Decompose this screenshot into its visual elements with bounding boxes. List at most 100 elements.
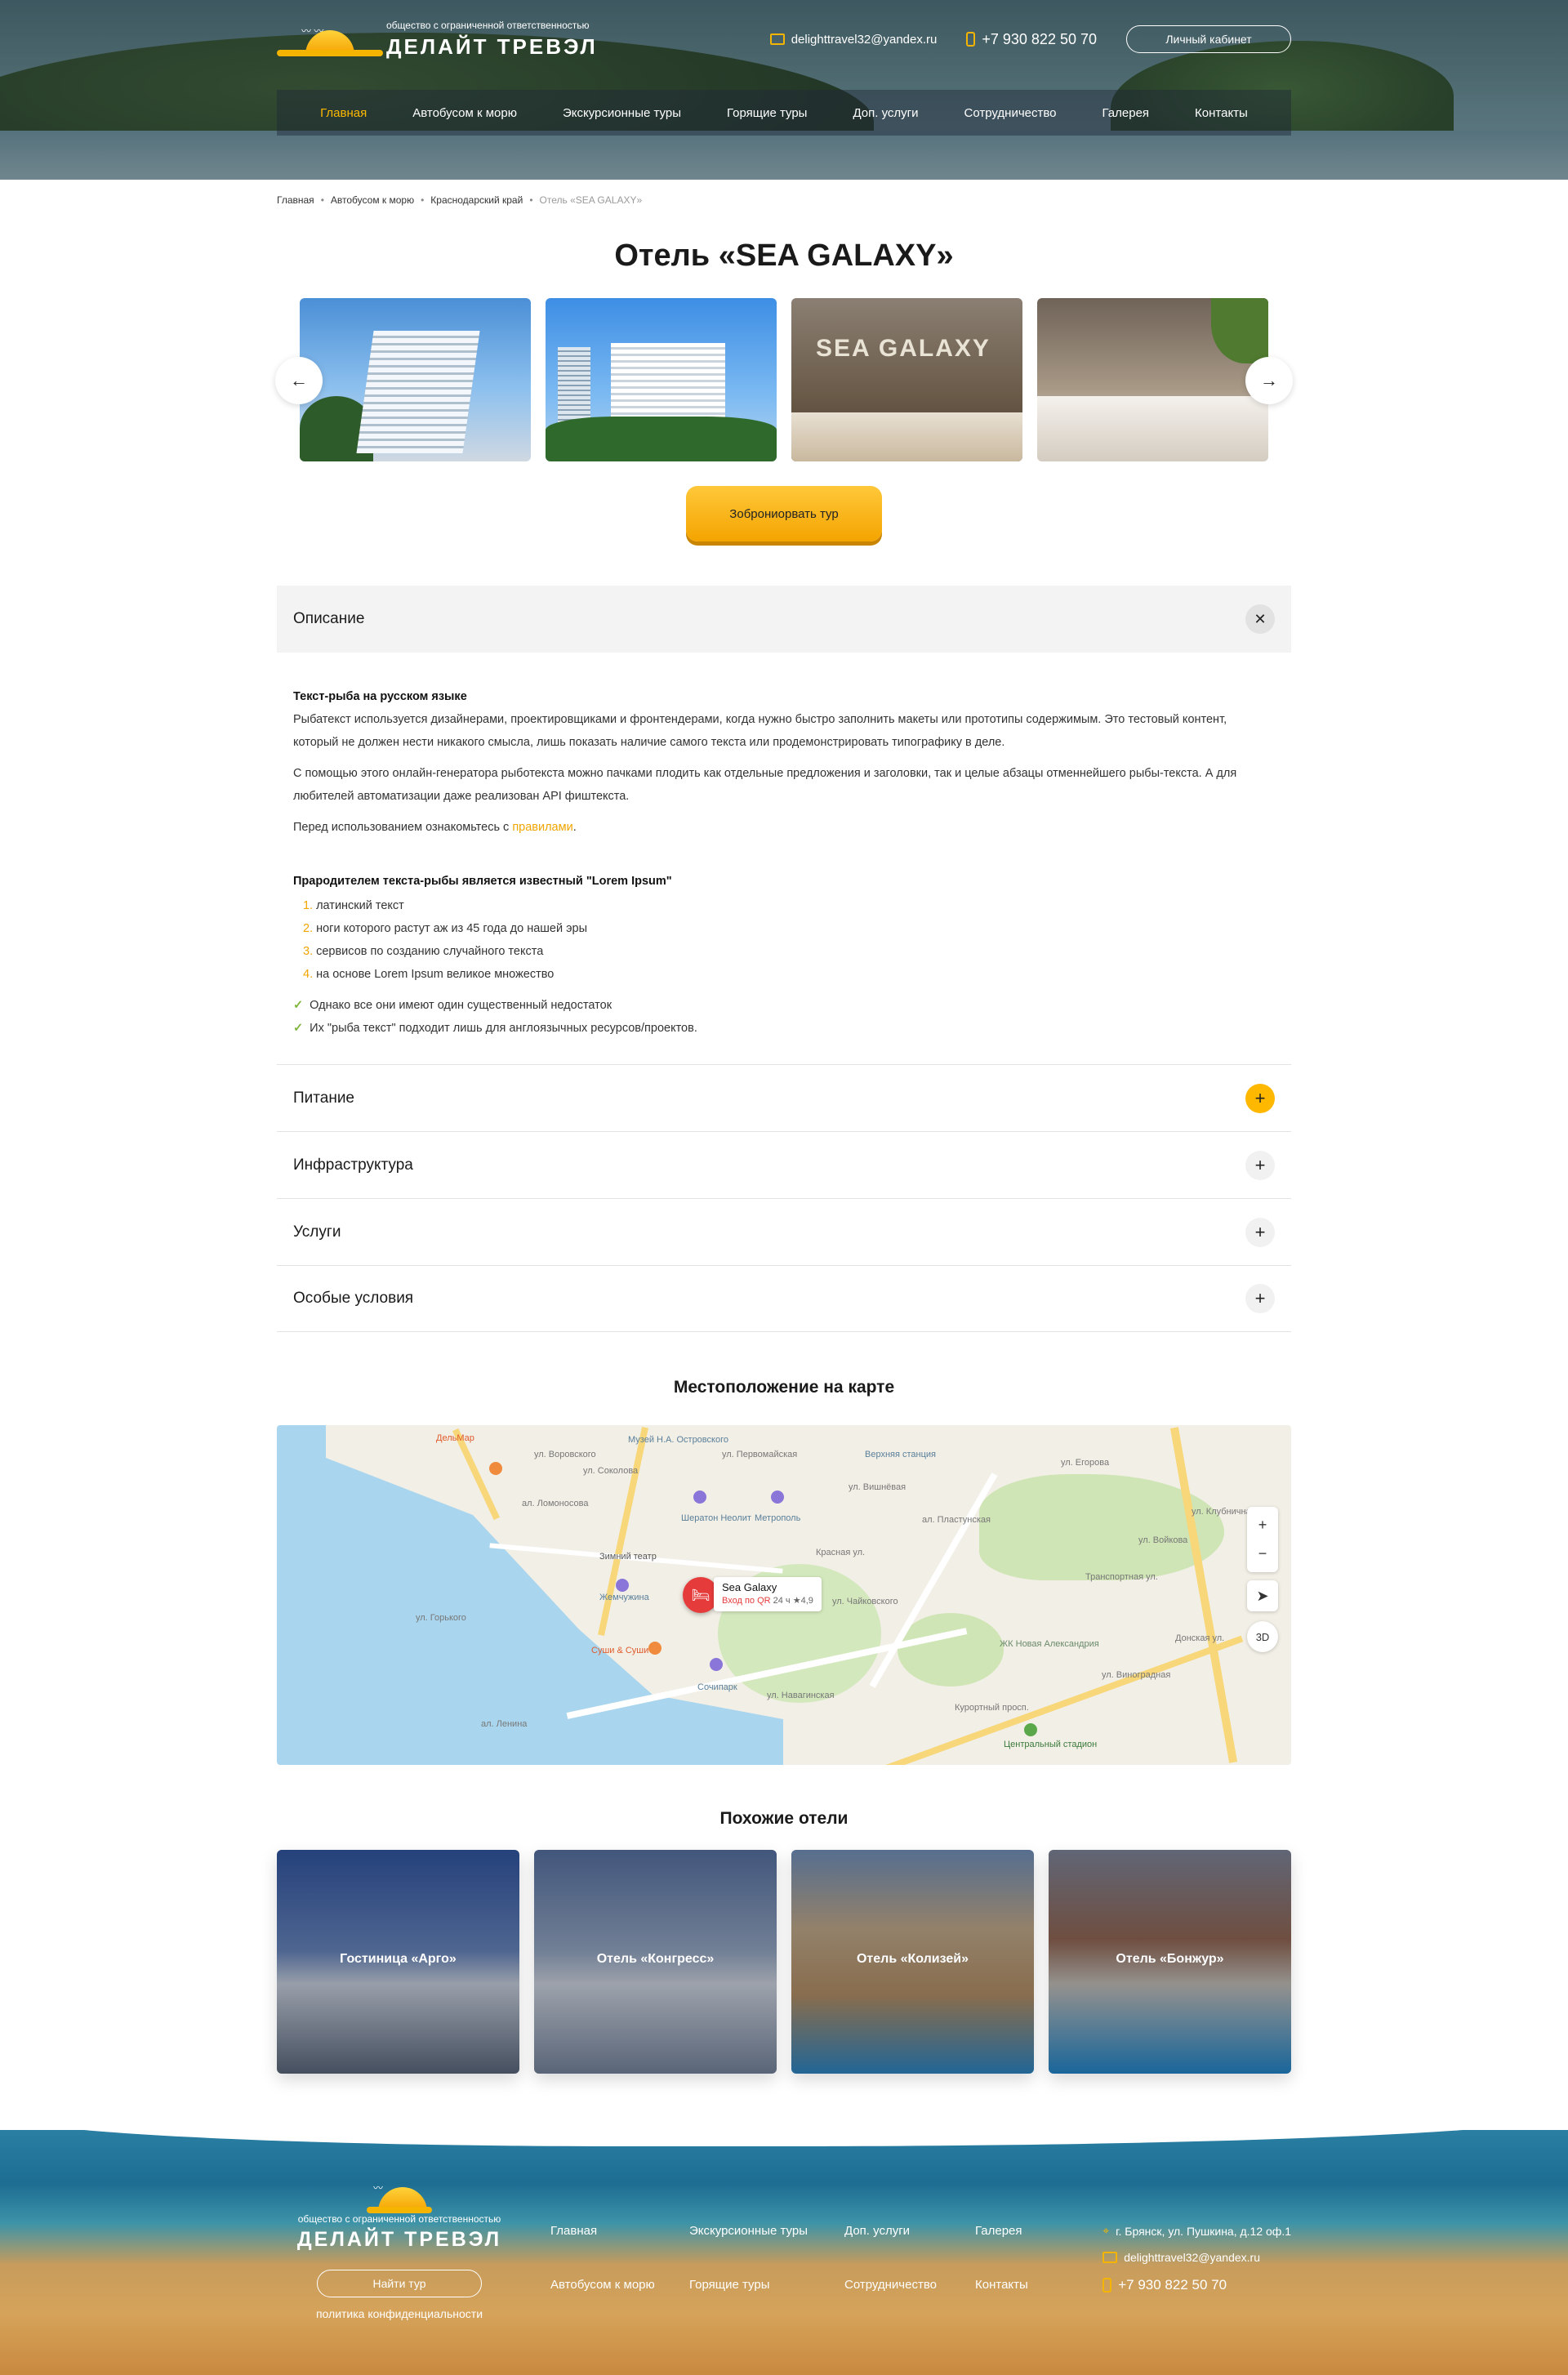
zoom-in-icon[interactable]: + [1258,1517,1267,1534]
description-paragraph-1: Рыбатекст используется дизайнерами, прое… [293,713,1227,749]
map-label: ул. Виноградная [1102,1670,1171,1680]
footer-menu-item[interactable]: Горящие туры [689,2278,844,2320]
plus-icon[interactable]: + [1245,1150,1275,1180]
map-label: Шератон Неолит [681,1513,751,1523]
plus-icon[interactable]: + [1245,1217,1275,1247]
footer-phone[interactable]: +7 930 822 50 70 [1102,2277,1291,2293]
accordion-infra-header[interactable]: Инфраструктура + [277,1131,1291,1198]
plus-icon[interactable]: + [1245,1284,1275,1313]
accordion-description-title: Описание [293,610,365,627]
map-label: ЖК Новая Александрия [1000,1639,1099,1649]
map-poi[interactable] [489,1462,502,1475]
gallery-photo-1[interactable] [300,298,531,461]
footer-email[interactable]: delighttravel32@yandex.ru [1102,2251,1291,2264]
hotel-accordion: Описание ✕ Текст-рыба на русском языке Р… [277,586,1291,1332]
list-item: ✓ Однако все они имеют один существенный … [293,999,612,1012]
footer-menu-item[interactable]: Галерея [975,2224,1098,2266]
footer-menu-item[interactable]: Главная [550,2224,689,2266]
gallery-next-button[interactable]: → [1245,357,1293,404]
rules-link[interactable]: правилами [512,821,572,834]
arrow-right-icon: → [1260,370,1278,390]
accordion-description-header[interactable]: Описание ✕ [277,586,1291,653]
find-tour-button[interactable]: Найти тур [317,2270,482,2297]
header-phone[interactable]: +7 930 822 50 70 [966,31,1097,48]
footer-menu-item[interactable]: Экскурсионные туры [689,2224,844,2266]
nav-item-home[interactable]: Главная [320,106,367,120]
nav-item-contacts[interactable]: Контакты [1195,106,1248,120]
nav-item-gallery[interactable]: Галерея [1102,106,1150,120]
list-item: 3. сервисов по созданию случайного текста [303,945,544,958]
privacy-link[interactable]: политика конфиденциальности [277,2307,522,2320]
map-poi[interactable] [648,1642,662,1655]
gallery-prev-button[interactable]: ← [275,357,323,404]
location-map[interactable]: ДельМар Музей Н.А. Островского Верхняя с… [277,1425,1291,1765]
pin-hours-rating: 24 ч ★4,9 [770,1596,813,1606]
cabinet-button[interactable]: Личный кабинет [1126,25,1291,53]
map-poi[interactable] [710,1658,723,1671]
footer-menu-item[interactable]: Контакты [975,2278,1098,2320]
hotel-card-name: Отель «Конгресс» [596,1952,715,1966]
breadcrumb-region[interactable]: Краснодарский край [430,194,523,206]
footer-menu-item[interactable]: Автобусом к морю [550,2278,689,2320]
logo-sun-icon: 〰 〰 [277,22,383,56]
map-poi[interactable] [1024,1723,1037,1736]
site-logo[interactable]: 〰 〰 общество с ограниченной ответственно… [277,20,598,60]
map-label: ал. Ломоносова [522,1499,589,1508]
nav-item-services[interactable]: Доп. услуги [853,106,918,120]
nav-item-cooperation[interactable]: Сотрудничество [964,106,1057,120]
logo-sun-icon: 〰 [367,2179,432,2213]
site-header: 〰 〰 общество с ограниченной ответственно… [0,0,1568,180]
accordion-food-header[interactable]: Питание + [277,1064,1291,1131]
map-label: ал. Пластунская [922,1515,991,1525]
map-poi[interactable] [616,1579,629,1592]
header-email[interactable]: delighttravel32@yandex.ru [769,33,937,47]
map-label: Верхняя станция [865,1450,937,1459]
close-icon[interactable]: ✕ [1245,604,1275,634]
hotel-card-argo[interactable]: Гостиница «Арго» [277,1850,519,2074]
footer-contacts: ⌖ г. Брянск, ул. Пушкина, д.12 оф.1 delig… [1102,2224,1291,2320]
hotel-card-colosseum[interactable]: Отель «Колизей» [791,1850,1034,2074]
mail-icon [1102,2252,1118,2263]
zoom-out-icon[interactable]: − [1258,1545,1267,1562]
locate-icon[interactable]: ➤ [1247,1580,1278,1611]
map-label: Курортный просп. [955,1703,1029,1713]
list-item: 2. ноги которого растут аж из 45 года до … [303,922,588,935]
accordion-special-header[interactable]: Особые условия + [277,1265,1291,1332]
hotel-card-bonjour[interactable]: Отель «Бонжур» [1049,1850,1291,2074]
map-label: ул. Вишнёвая [849,1482,906,1492]
map-poi[interactable] [693,1491,706,1504]
plus-icon[interactable]: + [1245,1083,1275,1113]
breadcrumb-current: Отель «SEA GALAXY» [539,194,643,206]
page-title: Отель «SEA GALAXY» [614,238,954,273]
map-label: ул. Горького [416,1613,466,1623]
hotel-card-congress[interactable]: Отель «Конгресс» [534,1850,777,2074]
list-item: 4. на основе Lorem Ipsum великое множеств… [303,968,555,981]
book-tour-button[interactable]: Зоброниорвать тур [686,486,882,541]
accordion-description-body: Текст-рыба на русском языке Рыбатекст ис… [277,653,1291,1064]
breadcrumb-home[interactable]: Главная [277,194,314,206]
hotel-card-name: Гостиница «Арго» [340,1952,457,1966]
map-poi[interactable] [771,1491,784,1504]
3d-toggle-button[interactable]: 3D [1247,1621,1278,1652]
pin-entry: Вход по QR [722,1596,771,1606]
map-label: ул. Егорова [1061,1458,1110,1468]
list-item: ✓ Их "рыба текст" подходит лишь для англо… [293,1022,697,1035]
main-nav: Главная Автобусом к морю Экскурсионные т… [277,90,1291,136]
accordion-services-header[interactable]: Услуги + [277,1198,1291,1265]
hotel-pin-card[interactable]: Sea Galaxy Вход по QR 24 ч ★4,9 [714,1577,822,1611]
nav-item-bus[interactable]: Автобусом к морю [412,106,517,120]
hotel-card-name: Отель «Колизей» [856,1952,969,1966]
similar-hotels-title: Похожие отели [719,1809,849,1828]
footer-menu-item[interactable]: Доп. услуги [844,2224,975,2266]
footer-menu-item[interactable]: Сотрудничество [844,2278,975,2320]
map-label: ал. Ленина [481,1719,528,1729]
map-label: ул. Чайковского [832,1597,898,1606]
breadcrumb: Главная • Автобусом к морю • Краснодарск… [277,194,643,206]
nav-item-excursions[interactable]: Экскурсионные туры [563,106,681,120]
nav-item-hot-tours[interactable]: Горящие туры [727,106,807,120]
breadcrumb-bus[interactable]: Автобусом к морю [331,194,414,206]
gallery-photo-3[interactable]: SEA GALAXY [791,298,1022,461]
footer-address: ⌖ г. Брянск, ул. Пушкина, д.12 оф.1 [1102,2224,1291,2238]
gallery-photo-4[interactable] [1037,298,1268,461]
gallery-photo-2[interactable] [546,298,777,461]
